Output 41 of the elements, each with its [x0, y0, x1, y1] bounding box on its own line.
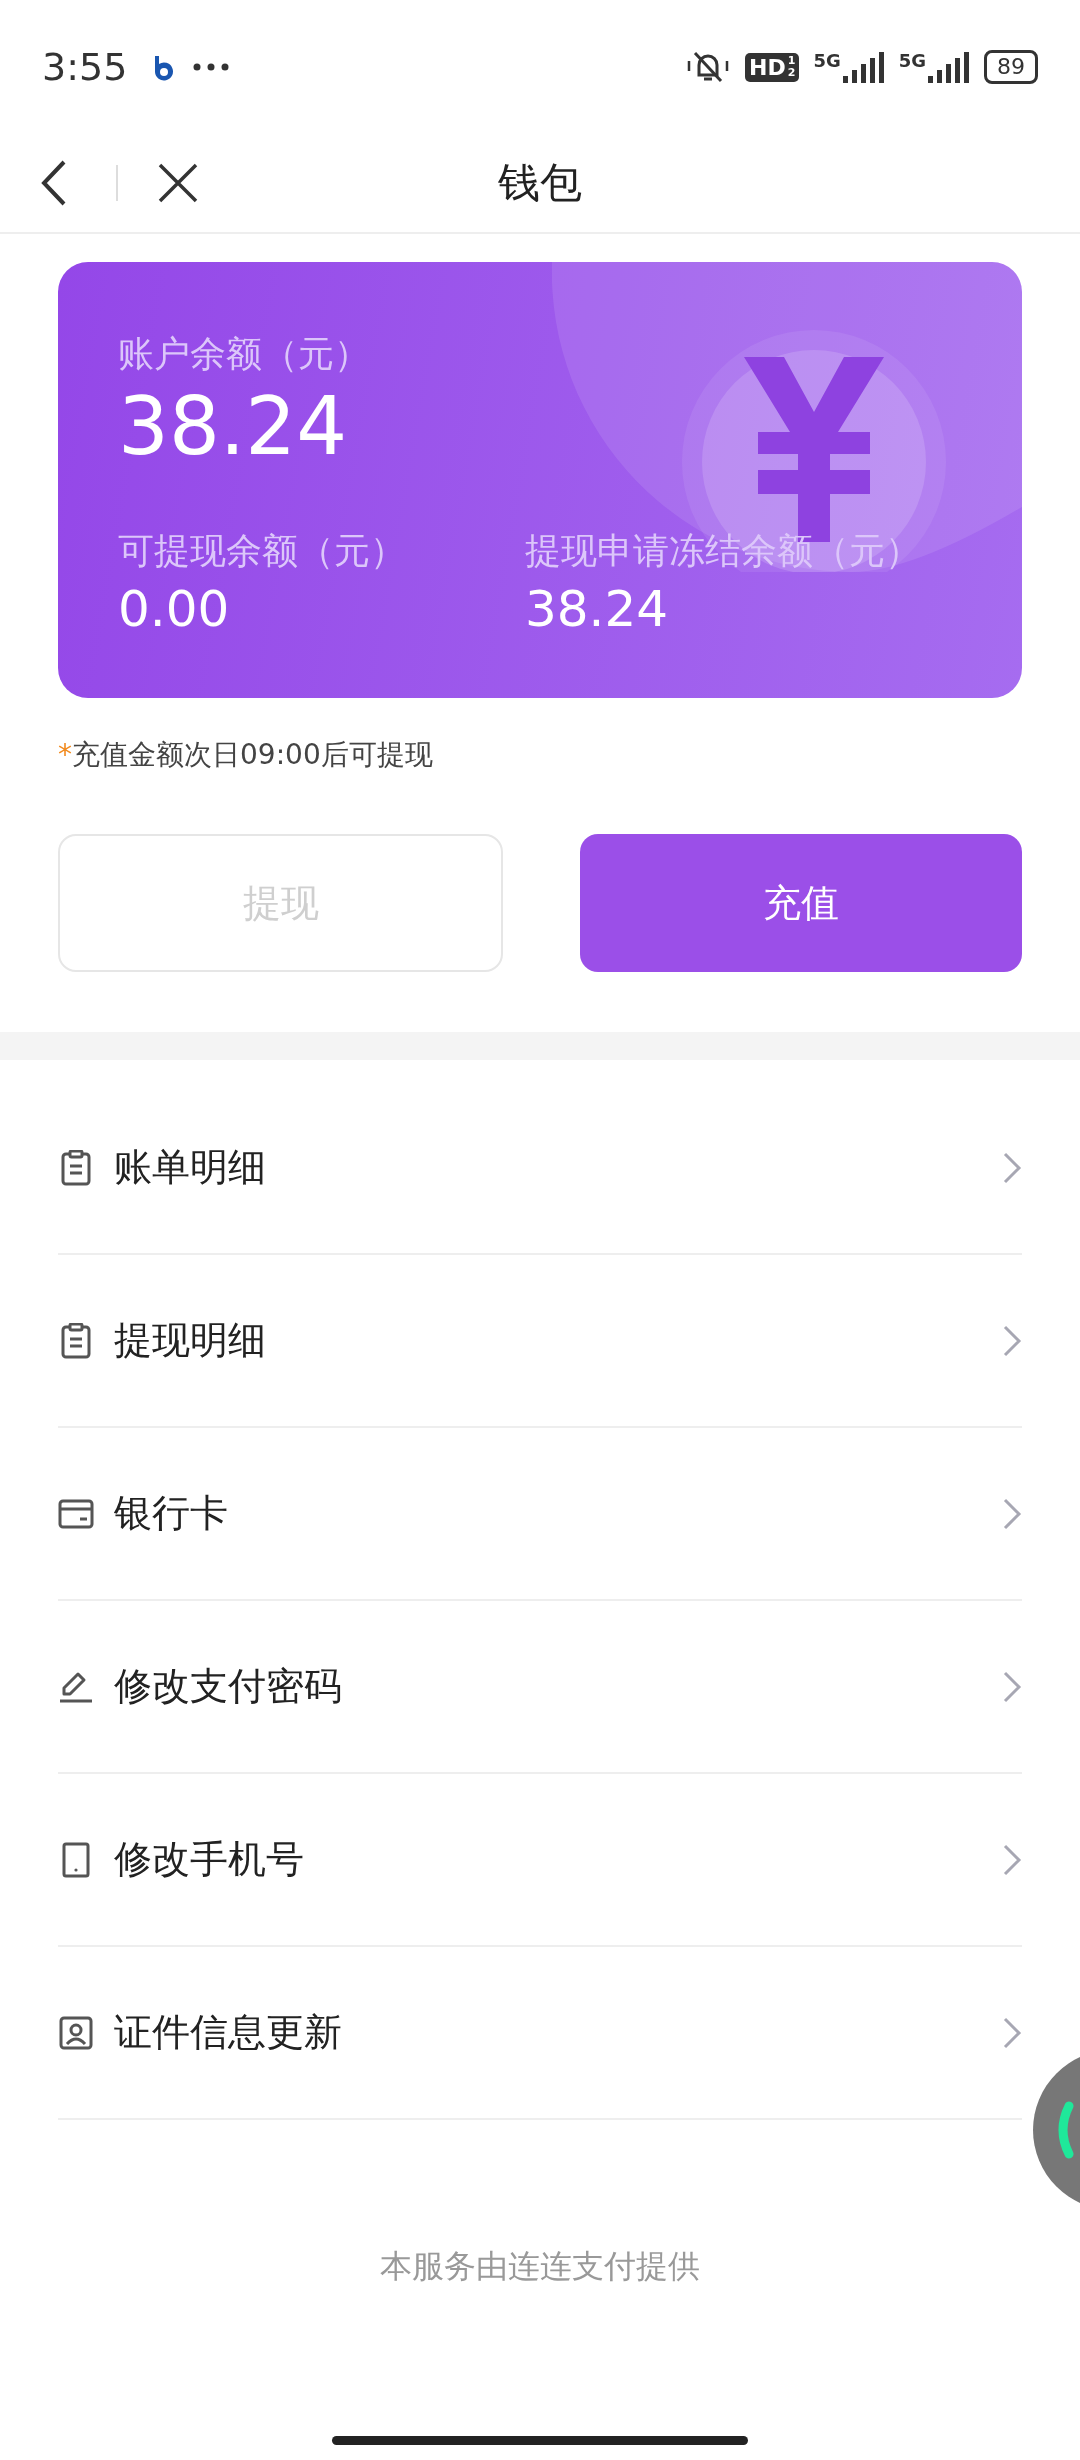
menu-item[interactable]: 账单明细: [58, 1082, 1022, 1255]
battery-indicator: 89: [984, 50, 1038, 84]
status-time: 3:55: [42, 45, 128, 89]
withdraw-note: *充值金额次日09:00后可提现: [58, 737, 434, 773]
balance-label: 提现申请冻结余额（元）: [525, 529, 922, 573]
recharge-button[interactable]: 充值: [580, 834, 1022, 972]
menu-item[interactable]: 证件信息更新: [58, 1947, 1022, 2120]
menu-item[interactable]: 银行卡: [58, 1428, 1022, 1601]
menu-item[interactable]: 修改支付密码: [58, 1601, 1022, 1774]
balance-amount: 0.00: [118, 580, 231, 638]
network-type: 5G: [813, 50, 841, 71]
page-title: 钱包: [497, 157, 583, 209]
menu-item[interactable]: 提现明细: [58, 1255, 1022, 1428]
more-icon: [193, 63, 230, 71]
close-icon: [158, 163, 198, 203]
network-type: 5G: [898, 50, 926, 71]
signal-icon: [926, 50, 970, 84]
close-button[interactable]: [158, 163, 198, 203]
back-button[interactable]: [40, 159, 68, 207]
balance-amount: 38.24: [525, 580, 670, 638]
menu-label: 银行卡: [114, 1490, 229, 1537]
balance-amount: 38.24: [118, 383, 349, 471]
chevron-icon: [1002, 1669, 1022, 1704]
chevron-icon: [1002, 1842, 1022, 1877]
chevron-icon: [1002, 2015, 1022, 2050]
chevron-icon: [1002, 1323, 1022, 1358]
menu-label: 证件信息更新: [114, 2009, 343, 2056]
signal-icon: [840, 50, 885, 84]
back-icon: [40, 159, 68, 207]
menu-label: 账单明细: [114, 1144, 267, 1191]
chevron-icon: [1002, 1496, 1022, 1531]
menu-label: 修改手机号: [114, 1836, 305, 1883]
balance-label: 可提现余额（元）: [118, 529, 407, 573]
balance-label: 账户余额（元）: [118, 332, 371, 376]
id-card-icon: [58, 2015, 94, 2050]
menu-label: 修改支付密码: [114, 1663, 343, 1710]
card-icon: [58, 1498, 94, 1529]
chevron-icon: [1002, 1150, 1022, 1185]
provider-note: 本服务由连连支付提供: [379, 2246, 701, 2287]
menu-item[interactable]: 修改手机号: [58, 1774, 1022, 1947]
menu-label: 提现明细: [114, 1317, 267, 1364]
